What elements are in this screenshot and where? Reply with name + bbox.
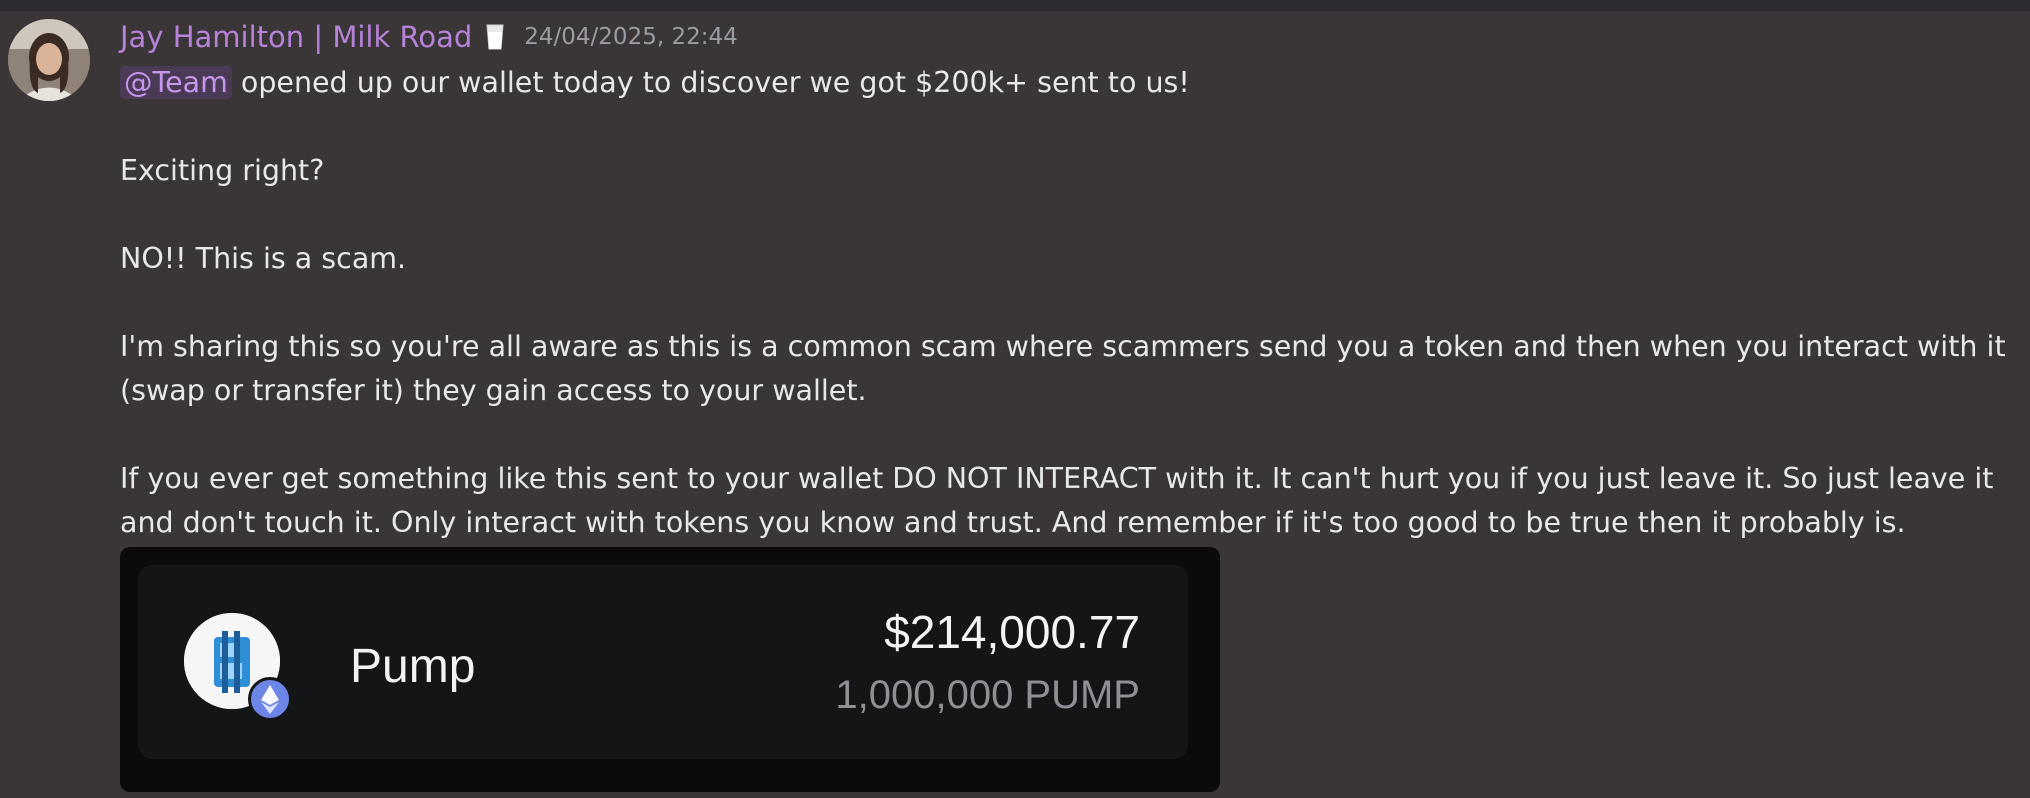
token-amount: 1,000,000 PUMP [835,673,1140,717]
team-mention[interactable]: @Team [120,66,232,99]
author-name[interactable]: Jay Hamilton | Milk Road [120,20,472,54]
message-header: Jay Hamilton | Milk Road 24/04/2025, 22:… [120,17,738,57]
message-line-4: I'm sharing this so you're all aware as … [120,330,2006,407]
milk-glass-icon [484,23,506,51]
message-line-2: Exciting right? [120,154,325,187]
image-attachment[interactable]: Pump $214,000.77 1,000,000 PUMP [120,547,1220,792]
message-line-5: If you ever get something like this sent… [120,462,1994,539]
message-line-1: @Team opened up our wallet today to disc… [120,61,2010,105]
top-bar [0,0,2030,11]
chat-message: Jay Hamilton | Milk Road 24/04/2025, 22:… [0,11,2030,798]
user-avatar[interactable] [8,19,90,101]
message-line-3: NO!! This is a scam. [120,242,407,275]
message-timestamp: 24/04/2025, 22:44 [524,24,738,50]
token-name: Pump [350,640,476,693]
message-line-1-text: opened up our wallet today to discover w… [231,66,1190,99]
token-value: $214,000.77 [884,606,1140,658]
ethereum-icon [248,677,292,721]
message-content: @Team opened up our wallet today to disc… [120,61,2010,545]
token-row: Pump $214,000.77 1,000,000 PUMP [138,565,1188,759]
